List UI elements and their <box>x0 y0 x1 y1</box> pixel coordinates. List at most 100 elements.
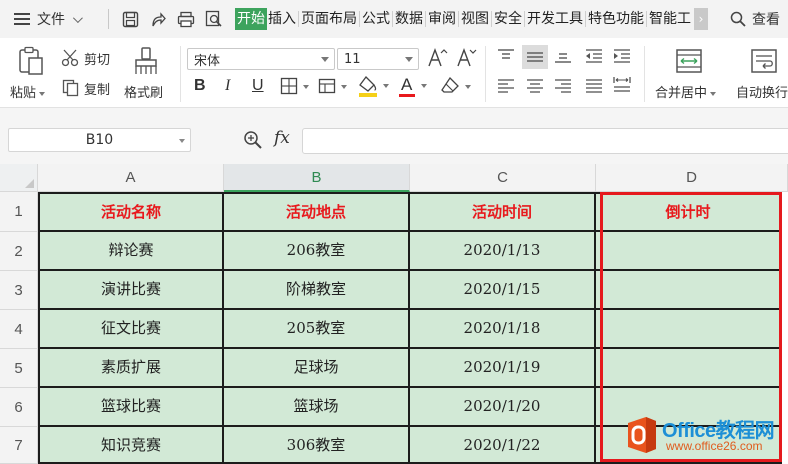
divider <box>180 46 181 102</box>
clear-format-button[interactable] <box>440 76 474 98</box>
eraser-icon <box>441 76 459 93</box>
cell-c3[interactable]: 2020/1/15 <box>410 271 596 310</box>
zoom-formula-icon[interactable] <box>243 130 263 154</box>
cell-d5[interactable] <box>596 349 782 388</box>
row-header-1[interactable]: 1 <box>0 192 38 232</box>
align-right-button[interactable] <box>553 78 575 96</box>
italic-button[interactable]: I <box>225 77 230 95</box>
cell-a5[interactable]: 素质扩展 <box>40 349 224 388</box>
column-header-b[interactable]: B <box>224 164 410 192</box>
copy-button[interactable]: 复制 <box>60 78 120 98</box>
font-size-select[interactable]: 11 <box>337 48 419 70</box>
cell-a7[interactable]: 知识竞赛 <box>40 427 224 464</box>
bold-button[interactable]: B <box>194 77 206 95</box>
cell-d2[interactable] <box>596 232 782 271</box>
select-all-button[interactable] <box>0 164 38 192</box>
increase-font-size-button[interactable] <box>426 47 448 69</box>
increase-indent-button[interactable] <box>612 48 634 66</box>
align-center-button[interactable] <box>525 78 547 96</box>
formula-input[interactable] <box>302 128 788 154</box>
export-pdf-icon[interactable] <box>149 10 167 28</box>
cell-b3[interactable]: 阶梯教室 <box>224 271 410 310</box>
font-color-button[interactable]: A <box>398 75 430 99</box>
cell-c2[interactable]: 2020/1/13 <box>410 232 596 271</box>
tab-developer[interactable]: 开发工具 <box>526 8 584 30</box>
decrease-font-size-button[interactable] <box>455 47 477 69</box>
row-header-5[interactable]: 5 <box>0 349 38 388</box>
cell-b4[interactable]: 205教室 <box>224 310 410 349</box>
cell-b2[interactable]: 206教室 <box>224 232 410 271</box>
file-menu-label: 文件 <box>37 12 65 28</box>
print-icon[interactable] <box>177 10 195 28</box>
row-header-6[interactable]: 6 <box>0 388 38 427</box>
align-middle-button[interactable] <box>522 45 548 69</box>
cell-a1[interactable]: 活动名称 <box>40 194 224 232</box>
cell-b7[interactable]: 306教室 <box>224 427 410 464</box>
row-header-3[interactable]: 3 <box>0 271 38 310</box>
row-header-7[interactable]: 7 <box>0 427 38 464</box>
row-header-2[interactable]: 2 <box>0 232 38 271</box>
cell-d3[interactable] <box>596 271 782 310</box>
borders-button[interactable] <box>280 77 312 97</box>
paste-button[interactable]: 粘贴 <box>10 44 50 102</box>
cell-style-button[interactable] <box>318 77 350 97</box>
tab-data[interactable]: 数据 <box>394 8 424 30</box>
insert-function-button[interactable]: fx <box>274 128 290 148</box>
row-header-4[interactable]: 4 <box>0 310 38 349</box>
file-menu-button[interactable]: 文件 <box>0 0 102 38</box>
cell-a4[interactable]: 征文比赛 <box>40 310 224 349</box>
save-icon[interactable] <box>121 10 139 28</box>
font-name-select[interactable]: 宋体 <box>187 48 335 70</box>
cell-c4[interactable]: 2020/1/18 <box>410 310 596 349</box>
name-box[interactable]: B10 <box>8 128 191 152</box>
cell-a3[interactable]: 演讲比赛 <box>40 271 224 310</box>
cut-button[interactable]: 剪切 <box>60 48 120 68</box>
cell-a6[interactable]: 篮球比赛 <box>40 388 224 427</box>
tab-page-layout[interactable]: 页面布局 <box>300 8 358 30</box>
format-painter-button[interactable]: 格式刷 <box>122 44 172 102</box>
column-header-d[interactable]: D <box>596 164 788 192</box>
merge-center-button[interactable]: 合并居中 <box>652 44 724 102</box>
tabs-scroll-right-button[interactable]: › <box>694 8 708 30</box>
tab-insert[interactable]: 插入 <box>267 8 297 30</box>
indent-icon <box>614 49 630 63</box>
tab-smart-tools[interactable]: 智能工 <box>648 8 692 30</box>
table-border-top <box>38 192 782 194</box>
justify-button[interactable] <box>584 78 606 96</box>
cell-d4[interactable] <box>596 310 782 349</box>
chevron-down-icon <box>179 139 185 143</box>
divider <box>646 11 647 27</box>
fill-color-button[interactable] <box>358 75 392 99</box>
align-top-button[interactable] <box>496 48 518 66</box>
underline-button[interactable]: U <box>252 77 264 95</box>
decrease-indent-button[interactable] <box>584 48 606 66</box>
tab-home[interactable]: 开始 <box>235 8 267 30</box>
cell-c1[interactable]: 活动时间 <box>410 194 596 232</box>
cell-b1[interactable]: 活动地点 <box>224 194 410 232</box>
column-header-a[interactable]: A <box>38 164 224 192</box>
cell-b5[interactable]: 足球场 <box>224 349 410 388</box>
search-button[interactable]: 查看 <box>730 9 780 29</box>
cell-c5[interactable]: 2020/1/19 <box>410 349 596 388</box>
tab-special-features[interactable]: 特色功能 <box>587 8 645 30</box>
paste-label: 粘贴 <box>10 82 46 101</box>
align-bottom-button[interactable] <box>553 48 575 66</box>
distribute-button[interactable] <box>612 76 634 96</box>
wrap-text-button[interactable]: 自动换行 <box>734 44 788 102</box>
cell-c6[interactable]: 2020/1/20 <box>410 388 596 427</box>
cell-d1[interactable]: 倒计时 <box>596 194 782 232</box>
table-style-icon <box>318 78 336 94</box>
tab-formulas[interactable]: 公式 <box>361 8 391 30</box>
print-preview-icon[interactable] <box>205 10 223 28</box>
align-left-button[interactable] <box>496 78 518 96</box>
tab-view[interactable]: 视图 <box>460 8 490 30</box>
cell-a2[interactable]: 辩论赛 <box>40 232 224 271</box>
align-top-icon <box>498 49 514 59</box>
cell-c7[interactable]: 2020/1/22 <box>410 427 596 464</box>
font-decrease-icon <box>457 48 477 67</box>
tab-review[interactable]: 审阅 <box>427 8 457 30</box>
tab-security[interactable]: 安全 <box>493 8 523 30</box>
column-header-c[interactable]: C <box>410 164 596 192</box>
cell-b6[interactable]: 篮球场 <box>224 388 410 427</box>
search-icon <box>730 11 746 27</box>
